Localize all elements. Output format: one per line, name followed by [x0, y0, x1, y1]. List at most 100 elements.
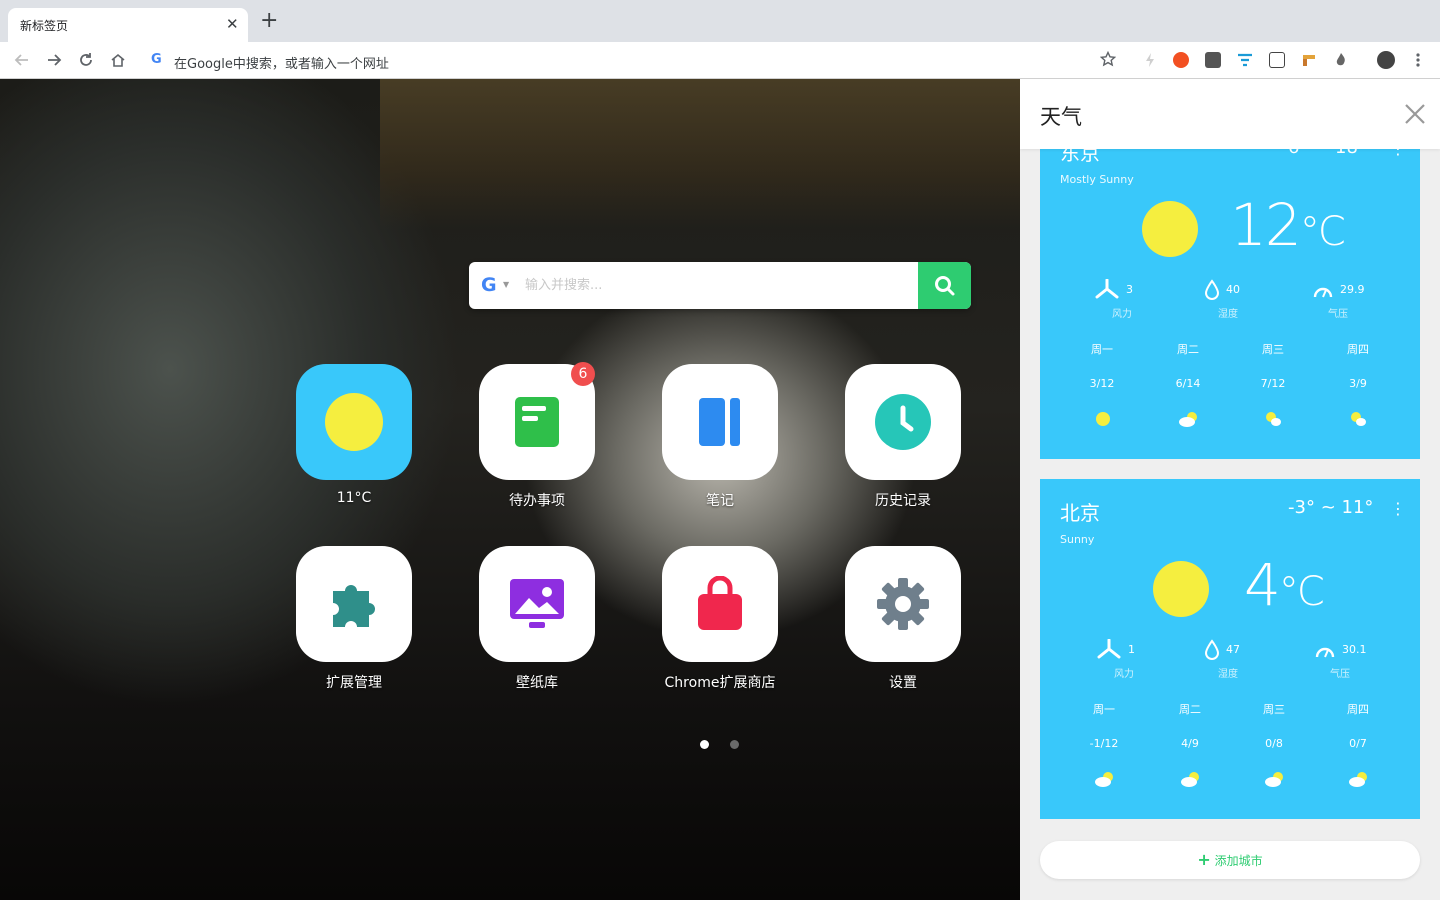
partly-cloudy-icon — [1095, 771, 1113, 787]
search-box[interactable]: G ▼ — [469, 262, 971, 309]
app-chrome-store[interactable]: Chrome扩展商店 — [650, 546, 790, 706]
profile-avatar-icon[interactable] — [1377, 51, 1395, 69]
app-settings[interactable]: 设置 — [833, 546, 973, 706]
browser-tab[interactable]: 新标签页 ✕ — [8, 8, 248, 42]
app-label: 11°C — [336, 490, 372, 506]
current-temp: 4°C — [1244, 551, 1325, 619]
forecast-range: -1/12 — [1089, 737, 1119, 750]
page-dot-active[interactable] — [700, 740, 709, 749]
engine-dropdown-icon[interactable]: ▼ — [503, 280, 509, 289]
page-dot[interactable] — [730, 740, 739, 749]
search-icon — [934, 275, 954, 295]
app-label: 历史记录 — [875, 493, 931, 509]
temp-range: -3° ~ 11° — [1288, 497, 1374, 518]
weather-condition: Sunny — [1060, 533, 1095, 546]
google-icon[interactable]: G — [481, 274, 497, 296]
wallpaper-ceiling — [380, 79, 1020, 229]
app-label: 待办事项 — [509, 493, 565, 509]
extension-image-icon[interactable] — [1269, 52, 1285, 68]
app-todo[interactable]: 6 待办事项 — [467, 362, 607, 524]
app-notes[interactable]: 笔记 — [650, 364, 790, 524]
forecast-day: 周三 — [1263, 703, 1285, 716]
forward-arrow-icon[interactable] — [42, 48, 66, 72]
wind-stat: 1 风力 — [1096, 639, 1176, 680]
close-icon[interactable] — [1402, 101, 1428, 127]
current-temp: 12°C — [1230, 191, 1346, 259]
more-options-icon[interactable]: ⋮ — [1390, 499, 1406, 518]
app-label: 扩展管理 — [326, 675, 382, 691]
add-city-button[interactable]: + 添加城市 — [1040, 841, 1420, 879]
forecast-day: 周一 — [1091, 343, 1113, 356]
browser-tab-strip: 新标签页 ✕ + — [0, 0, 1440, 42]
back-arrow-icon[interactable] — [10, 48, 34, 72]
app-weather[interactable]: 11°C — [284, 364, 424, 524]
forecast-day: 周二 — [1179, 703, 1201, 716]
weather-card[interactable]: 东京 6° ~ 18° ⋮ Mostly Sunny 12°C 3 风力 40 … — [1040, 119, 1420, 459]
plus-icon: + — [1197, 850, 1211, 869]
partly-cloudy-icon — [1264, 411, 1282, 427]
extension-asterisk-icon[interactable] — [1205, 52, 1221, 68]
address-bar[interactable]: G 在Google中搜索，或者输入一个网址 — [140, 45, 1126, 76]
notes-icon — [662, 364, 778, 480]
sun-icon — [1142, 201, 1198, 257]
extension-lightning-icon[interactable] — [1142, 52, 1158, 68]
humidity-drop-icon — [1204, 279, 1220, 300]
forecast-day: 周二 — [1177, 343, 1199, 356]
wind-icon — [1097, 639, 1121, 659]
app-label: 壁纸库 — [516, 675, 558, 691]
partly-cloudy-icon — [1179, 411, 1197, 427]
store-bag-icon — [662, 546, 778, 662]
pressure-gauge-icon — [1313, 287, 1333, 298]
google-icon: G — [151, 52, 162, 67]
wind-stat: 3 风力 — [1094, 279, 1174, 320]
pressure-gauge-icon — [1315, 647, 1335, 658]
wind-icon — [1095, 279, 1119, 299]
pressure-stat: 29.9 气压 — [1310, 279, 1390, 320]
browser-toolbar: G 在Google中搜索，或者输入一个网址 — [0, 42, 1440, 79]
forecast-day: 周四 — [1347, 343, 1369, 356]
forecast-range: 3/9 — [1349, 377, 1367, 390]
weather-panel: 天气 东京 6° ~ 18° ⋮ Mostly Sunny 12°C 3 风力 … — [1020, 79, 1440, 900]
reload-icon[interactable] — [74, 48, 98, 72]
search-input[interactable] — [525, 262, 905, 309]
tab-title: 新标签页 — [20, 19, 69, 33]
weather-panel-header: 天气 — [1020, 79, 1440, 149]
extension-filter-icon[interactable] — [1237, 52, 1253, 68]
weather-card[interactable]: 北京 -3° ~ 11° ⋮ Sunny 4°C 1 风力 47 湿度 30.1… — [1040, 479, 1420, 819]
extension-infinity-icon[interactable] — [1173, 52, 1189, 68]
app-extensions[interactable]: 扩展管理 — [284, 546, 424, 706]
search-button[interactable] — [918, 262, 971, 309]
forecast-day: 周一 — [1093, 703, 1115, 716]
app-wallpapers[interactable]: 壁纸库 — [467, 546, 607, 706]
bookmark-star-icon[interactable] — [1099, 50, 1117, 71]
forecast-range: 4/9 — [1181, 737, 1199, 750]
forecast-range: 6/14 — [1175, 377, 1201, 390]
new-tab-button[interactable]: + — [260, 10, 278, 32]
humidity-drop-icon — [1204, 639, 1220, 660]
wallpaper-icon — [479, 546, 595, 662]
extension-flame-icon[interactable] — [1333, 52, 1349, 68]
menu-more-icon[interactable] — [1410, 52, 1426, 68]
home-icon[interactable] — [106, 48, 130, 72]
partly-cloudy-icon — [1181, 771, 1199, 787]
add-city-label: 添加城市 — [1214, 854, 1263, 868]
app-history[interactable]: 历史记录 — [833, 364, 973, 524]
forecast-range: 7/12 — [1260, 377, 1286, 390]
partly-cloudy-icon — [1349, 771, 1367, 787]
new-tab-page: G ▼ 11°C 6 待办事项 笔记 历史记录 扩展管 — [0, 79, 1020, 900]
city-name: 北京 — [1060, 501, 1100, 525]
extension-tag-icon[interactable] — [1301, 52, 1317, 68]
partly-cloudy-icon — [1349, 411, 1367, 427]
forecast-range: 3/12 — [1089, 377, 1115, 390]
forecast-range: 0/7 — [1349, 737, 1367, 750]
sun-icon — [296, 364, 412, 480]
address-bar-text: 在Google中搜索，或者输入一个网址 — [174, 57, 389, 72]
panel-title: 天气 — [1040, 105, 1082, 129]
puzzle-icon — [296, 546, 412, 662]
weather-condition: Mostly Sunny — [1060, 173, 1134, 186]
sun-icon — [1094, 411, 1112, 427]
tab-close-icon[interactable]: ✕ — [226, 14, 239, 34]
humidity-stat: 40 湿度 — [1200, 279, 1280, 320]
app-label: Chrome扩展商店 — [664, 675, 776, 691]
clock-icon — [845, 364, 961, 480]
